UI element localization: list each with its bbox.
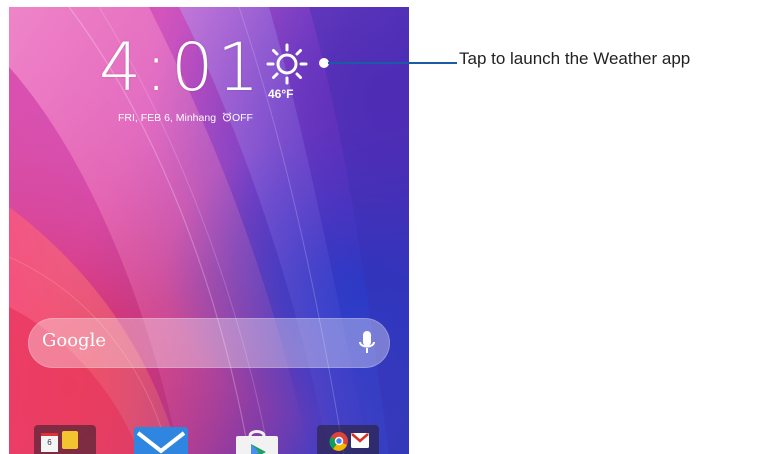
email-icon[interactable] (132, 423, 190, 454)
alarm-status: OFF (231, 112, 253, 124)
weather-widget[interactable]: 46°F (261, 41, 315, 103)
temperature-label: 46°F (268, 87, 294, 101)
google-search-bar[interactable]: Google (28, 318, 390, 368)
chrome-gmail-icons (329, 432, 369, 451)
callout-label: Tap to launch the Weather app (459, 49, 691, 68)
calendar-day: 6 (47, 438, 52, 447)
clock-time: 4:01 (99, 29, 264, 106)
play-store-icon[interactable] (228, 428, 286, 454)
home-screen: 4:01 46°F FRI, FEB 6, Minhang OFF Google… (9, 7, 409, 454)
app-folder-calendar[interactable]: 6 (34, 425, 96, 454)
callout-pointer (319, 58, 457, 68)
sun-icon (266, 43, 308, 85)
calendar-icon: 6 (41, 433, 58, 452)
microphone-icon[interactable] (358, 329, 376, 357)
app-folder-google[interactable] (317, 425, 379, 454)
app-dock: 6 (9, 420, 409, 454)
notes-icon (62, 431, 78, 449)
date-location-line: FRI, FEB 6, Minhang OFF (118, 112, 253, 124)
google-logo: Google (42, 330, 106, 351)
screenshot-root: 4:01 46°F FRI, FEB 6, Minhang OFF Google… (0, 0, 772, 454)
alarm-clock-icon (222, 112, 232, 122)
date-location-text: FRI, FEB 6, Minhang (118, 112, 217, 124)
